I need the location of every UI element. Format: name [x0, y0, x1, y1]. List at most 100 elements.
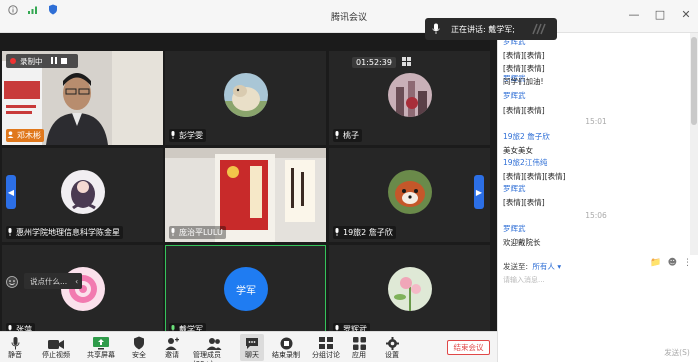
- participant-tile[interactable]: 彭学雯: [165, 51, 326, 145]
- apps-icon: [352, 334, 366, 350]
- chat-sender-name: 罗辉武: [503, 224, 526, 233]
- chat-input[interactable]: 请输入消息...: [503, 275, 545, 285]
- participant-name: 彭学雯: [179, 131, 203, 140]
- send-to-row: 发送至: 所有人 ▾: [503, 261, 561, 272]
- recording-dot-icon: [10, 58, 16, 64]
- maximize-icon[interactable]: □: [654, 8, 666, 21]
- breakout-rooms-icon: [319, 334, 333, 350]
- apps-button[interactable]: 应用: [350, 334, 368, 360]
- participant-avatar: [388, 170, 432, 214]
- user-icon: [7, 131, 14, 140]
- send-to-label: 发送至:: [503, 262, 529, 271]
- chat-sender-name: 19旅2江伟纯: [503, 158, 548, 167]
- more-icon[interactable]: ⋮: [683, 258, 692, 268]
- chat-popup-text: 说点什么...: [30, 276, 68, 286]
- participant-avatar: [388, 267, 432, 311]
- record-stop-icon: [280, 334, 293, 350]
- participant-name-tag: 桃子: [333, 129, 362, 142]
- video-grid-area: 01:52:39 录制中 邓木彬 彭学雯 桃子 惠州学院地理信息科学陈金星 庞治…: [0, 33, 497, 339]
- window-controls: — □ ✕: [628, 8, 692, 21]
- send-button[interactable]: 发送(S): [662, 346, 692, 359]
- grid-view-icon[interactable]: [401, 56, 412, 68]
- chat-message-text: 美女美女: [503, 146, 533, 155]
- tencent-meeting-window: 腾讯会议 — □ ✕ 正在讲话: 戴学军; 01:52:39 录制中 邓木彬 彭…: [0, 0, 698, 362]
- breakout-button[interactable]: 分组讨论: [311, 334, 341, 360]
- chevron-left-icon[interactable]: ‹: [75, 277, 78, 286]
- security-button[interactable]: 安全: [130, 334, 148, 360]
- speaking-indicator: 正在讲话: 戴学军;: [425, 18, 557, 40]
- microphone-icon: [334, 227, 340, 238]
- add-user-icon: [165, 334, 179, 350]
- participant-avatar: [224, 73, 268, 117]
- microphone-icon: [170, 130, 176, 141]
- video-camera-icon: [48, 334, 64, 350]
- chat-popup[interactable]: 说点什么... ‹: [24, 273, 82, 289]
- participant-tile[interactable]: 张萍: [2, 245, 163, 339]
- chat-message-text: [表情][表情]: [503, 106, 545, 115]
- participant-name-tag: 彭学雯: [169, 129, 206, 142]
- participant-name: 19旅2 詹子欣: [343, 228, 393, 237]
- end-recording-button[interactable]: 结束录制: [271, 334, 301, 360]
- settings-button[interactable]: 设置: [383, 334, 401, 360]
- microphone-icon: [170, 227, 176, 238]
- participant-name-tag: 庞治平LULU: [169, 226, 226, 239]
- chat-message-text: [表情][表情]: [503, 198, 545, 207]
- recording-indicator[interactable]: 录制中: [6, 54, 78, 68]
- minimize-icon[interactable]: —: [628, 8, 640, 21]
- participant-tile[interactable]: 录制中 邓木彬: [2, 51, 163, 145]
- window-title: 腾讯会议: [330, 13, 367, 23]
- chat-message-text: 同学们加油!: [503, 77, 544, 86]
- participant-name-tag: 19旅2 詹子欣: [333, 226, 396, 239]
- audio-wave-icon: [531, 23, 549, 37]
- participant-tile[interactable]: 罗辉武: [329, 245, 490, 339]
- participant-tile[interactable]: 19旅2 詹子欣: [329, 148, 490, 242]
- folder-icon[interactable]: 📁: [650, 258, 661, 268]
- participant-tile-active-speaker[interactable]: 学军 戴学军: [165, 245, 326, 339]
- meeting-info-strip: 01:52:39: [352, 55, 412, 69]
- chat-sender-name: 19旅2 詹子欣: [503, 132, 550, 141]
- chat-sender-name: 罗辉武: [503, 91, 526, 100]
- next-page-arrow[interactable]: ▶: [474, 175, 484, 209]
- participant-name: 邓木彬: [17, 131, 41, 140]
- microphone-icon: [432, 23, 440, 37]
- chevron-down-icon: ▾: [557, 262, 562, 271]
- participant-name: 庞治平LULU: [179, 228, 223, 237]
- gear-icon: [385, 334, 399, 350]
- user-card-icon[interactable]: ☻: [668, 258, 677, 268]
- chat-tool-icons: 📁 ☻ ⋮: [650, 258, 692, 268]
- scrollbar-thumb[interactable]: [691, 37, 697, 125]
- participant-name: 惠州学院地理信息科学陈金星: [16, 228, 120, 237]
- chat-bubble-icon: [245, 334, 259, 350]
- chat-message-text: 欢迎戴院长: [503, 238, 541, 247]
- members-icon: [206, 334, 222, 350]
- participant-tile[interactable]: 惠州学院地理信息科学陈金星: [2, 148, 163, 242]
- chat-message-text: [表情][表情]: [503, 51, 545, 60]
- bottom-toolbar: 静音 停止视频 共享屏幕 安全 邀请 管理成员(99+) 聊天 结束录制: [0, 331, 497, 362]
- share-screen-icon: [93, 334, 109, 350]
- chat-panel: 罗辉武 [表情][表情] [表情][表情] 罗辉武 同学们加油! 罗辉武 [表情][表情] 1…: [497, 33, 698, 362]
- chat-button[interactable]: 聊天: [240, 334, 264, 361]
- microphone-icon: [7, 227, 13, 238]
- stop-icon[interactable]: [60, 57, 67, 66]
- participant-name-tag: 邓木彬: [6, 129, 44, 142]
- meeting-timer: 01:52:39: [352, 56, 396, 68]
- chat-scrollbar[interactable]: [690, 33, 698, 255]
- chat-timestamp: 15:01: [585, 117, 607, 126]
- manage-members-button[interactable]: 管理成员(99+): [193, 334, 235, 362]
- share-screen-button[interactable]: 共享屏幕: [86, 334, 116, 360]
- stop-video-button[interactable]: 停止视频: [41, 334, 71, 360]
- participant-avatar: [388, 73, 432, 117]
- close-icon[interactable]: ✕: [680, 8, 692, 21]
- mute-button[interactable]: 静音: [4, 334, 26, 360]
- participant-avatar: [61, 170, 105, 214]
- emoji-icon[interactable]: [6, 276, 18, 290]
- send-to-dropdown[interactable]: 所有人 ▾: [532, 262, 561, 271]
- title-bar: 腾讯会议 — □ ✕: [0, 0, 698, 33]
- participant-tile[interactable]: 庞治平LULU: [165, 148, 326, 242]
- previous-page-arrow[interactable]: ◀: [6, 175, 16, 209]
- end-meeting-button[interactable]: 结束会议: [447, 340, 490, 355]
- pause-icon[interactable]: [50, 56, 57, 66]
- invite-button[interactable]: 邀请: [163, 334, 181, 360]
- speaking-label: 正在讲话: 戴学军;: [451, 24, 515, 34]
- microphone-icon: [334, 130, 340, 141]
